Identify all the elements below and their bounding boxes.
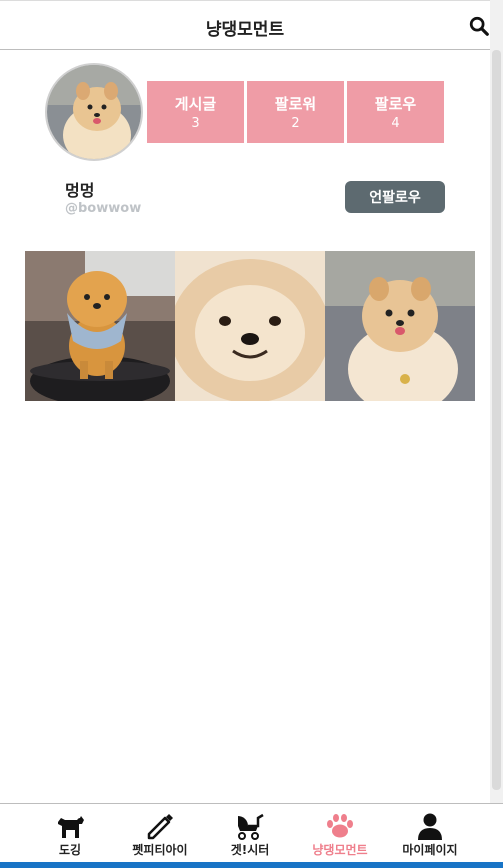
page-title: 냥댕모먼트 — [205, 20, 285, 40]
followers-count[interactable]: 팔로워 2 — [247, 81, 344, 143]
dog-photo — [25, 251, 175, 401]
post-thumbnail[interactable] — [325, 251, 475, 401]
dog-photo — [175, 251, 325, 401]
profile-handle: @bowwow — [65, 201, 142, 216]
nav-getsitter[interactable]: 겟!시터 — [220, 804, 280, 864]
nav-label: 냥댕모먼트 — [312, 843, 368, 857]
following-count[interactable]: 팔로우 4 — [347, 81, 444, 143]
paw-icon — [327, 814, 353, 838]
user-icon — [418, 813, 442, 840]
pomeranian-photo — [47, 65, 141, 159]
bottom-nav: 도깅 펫피티아이 겟!시터 냥댕모먼트 마이페이지 — [0, 803, 503, 868]
nav-label: 펫피티아이 — [132, 843, 188, 857]
pencil-icon — [147, 814, 173, 840]
nav-mypage[interactable]: 마이페이지 — [395, 804, 465, 864]
taskbar-edge — [0, 862, 503, 868]
search-icon[interactable] — [468, 15, 490, 37]
dog-photo — [325, 251, 475, 401]
stat-label: 팔로우 — [374, 95, 417, 113]
stat-value: 3 — [191, 116, 200, 131]
stat-value: 2 — [291, 116, 300, 131]
top-bar: 냥댕모먼트 — [0, 0, 490, 50]
unfollow-button[interactable]: 언팔로우 — [345, 181, 445, 213]
stat-label: 팔로워 — [274, 95, 317, 113]
nav-label: 겟!시터 — [230, 843, 270, 857]
post-thumbnail[interactable] — [25, 251, 175, 401]
avatar — [45, 63, 143, 161]
nav-label: 마이페이지 — [402, 843, 458, 857]
dog-icon — [58, 816, 84, 838]
nav-doging[interactable]: 도깅 — [40, 804, 100, 864]
stat-label: 게시글 — [174, 95, 217, 113]
posts-count[interactable]: 게시글 3 — [147, 81, 244, 143]
nav-nyangdaengmoment[interactable]: 냥댕모먼트 — [300, 804, 380, 864]
scrollbar[interactable] — [490, 0, 503, 808]
nav-label: 도깅 — [58, 843, 82, 857]
nav-petpitiai[interactable]: 펫피티아이 — [120, 804, 200, 864]
stat-value: 4 — [391, 116, 400, 131]
profile-name: 멍멍 — [65, 181, 95, 200]
stroller-icon — [238, 813, 264, 840]
post-thumbnail[interactable] — [175, 251, 325, 401]
